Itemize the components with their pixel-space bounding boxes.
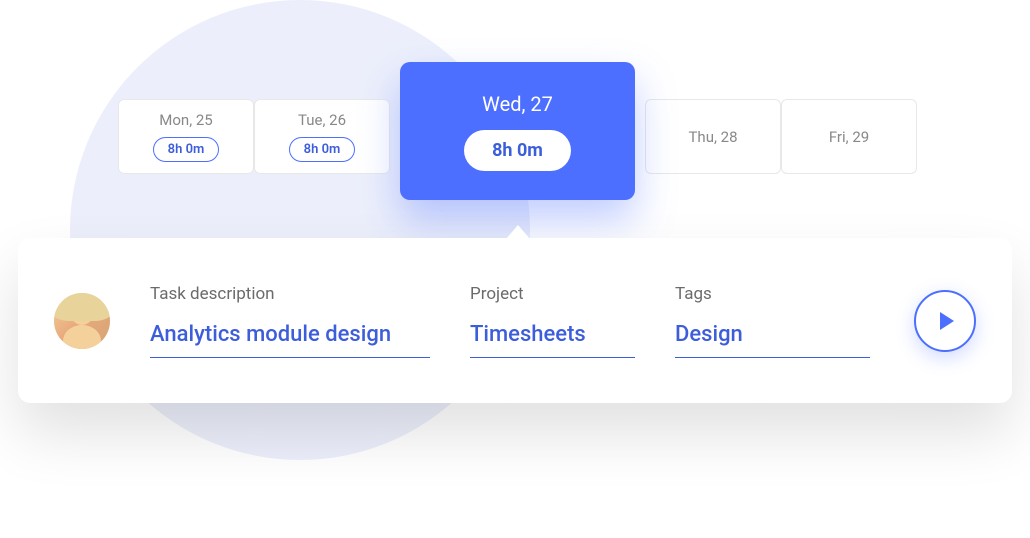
field-value: Analytics module design (150, 322, 430, 358)
avatar (54, 293, 110, 349)
field-label: Tags (675, 284, 870, 304)
time-badge: 8h 0m (289, 137, 356, 162)
date-label: Tue, 26 (298, 111, 346, 129)
date-tab-tue[interactable]: Tue, 26 8h 0m (254, 99, 390, 174)
project-field[interactable]: Project Timesheets (470, 284, 635, 358)
date-label: Mon, 25 (159, 111, 212, 129)
field-value: Design (675, 322, 870, 358)
play-button[interactable] (914, 290, 976, 352)
date-tab-mon[interactable]: Mon, 25 8h 0m (118, 99, 254, 174)
date-tab-wed-selected[interactable]: Wed, 27 8h 0m (400, 62, 635, 200)
task-entry-card: Task description Analytics module design… (18, 238, 1012, 403)
date-label: Thu, 28 (688, 128, 737, 146)
task-description-field[interactable]: Task description Analytics module design (150, 284, 430, 358)
date-label: Fri, 29 (829, 128, 869, 146)
field-label: Task description (150, 284, 430, 304)
pointer-triangle (506, 225, 530, 239)
time-badge: 8h 0m (464, 130, 571, 171)
field-value: Timesheets (470, 322, 635, 358)
date-tab-fri[interactable]: Fri, 29 (781, 99, 917, 174)
date-label: Wed, 27 (482, 92, 553, 116)
tags-field[interactable]: Tags Design (675, 284, 870, 358)
date-tab-thu[interactable]: Thu, 28 (645, 99, 781, 174)
field-label: Project (470, 284, 635, 304)
time-badge: 8h 0m (153, 137, 220, 162)
play-icon (940, 312, 954, 330)
